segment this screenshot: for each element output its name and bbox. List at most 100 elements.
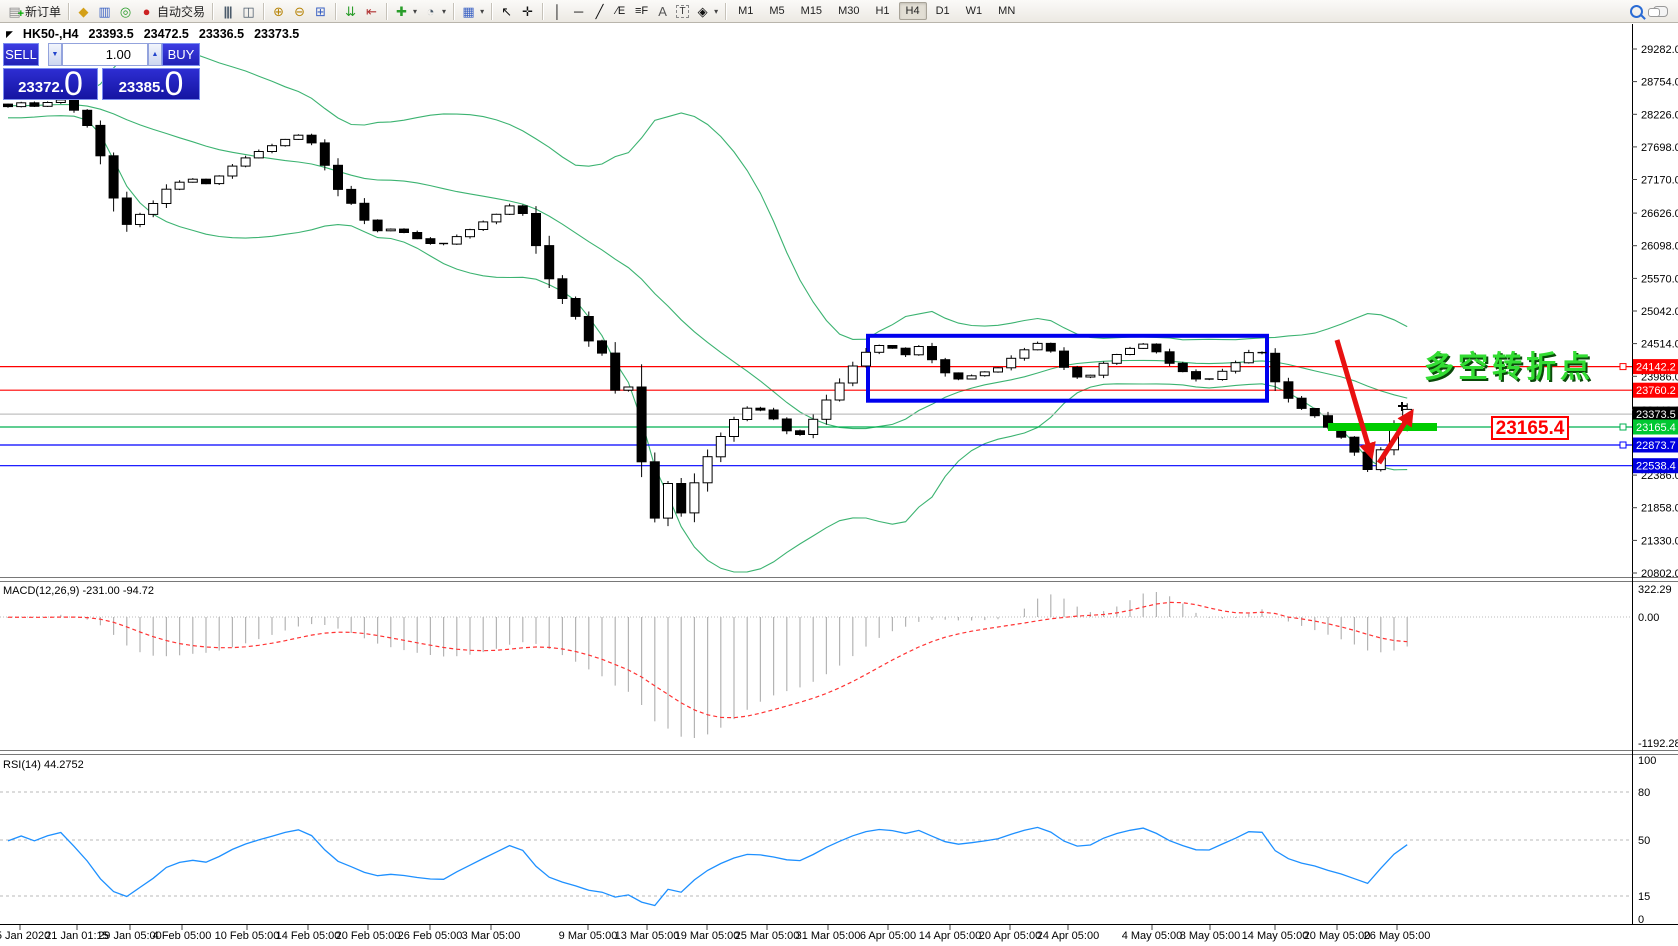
svg-text:13 Mar 05:00: 13 Mar 05:00 (615, 930, 680, 942)
svg-text:0: 0 (1638, 914, 1644, 926)
chat-icon[interactable] (1648, 5, 1668, 17)
arrows-tool-button[interactable]: ◈ ▾ (692, 3, 721, 20)
toolbar-separator (491, 2, 493, 20)
buy-price-main: 23385 (118, 79, 161, 96)
tile-windows-icon: ⊞ (315, 3, 326, 19)
new-order-label: 新订单 (25, 4, 62, 19)
svg-text:27698.0: 27698.0 (1641, 142, 1678, 154)
candlestick-chart-button[interactable]: ◫ (238, 3, 259, 20)
text-label-button[interactable]: T (673, 4, 692, 19)
macd-panel: MACD(12,26,9) -231.00 -94.72 322.29 0.00 -1… (0, 584, 1678, 750)
buy-price-panel[interactable]: 23385. 0 (102, 67, 200, 101)
rsi-label: RSI(14) 44.2752 (3, 759, 84, 771)
volume-down-button[interactable]: ▼ (48, 43, 62, 66)
chart-shift-button[interactable]: ⇤ (361, 3, 382, 20)
template-button[interactable]: ▦ ▾ (458, 3, 487, 20)
time-axis[interactable]: 15 Jan 202021 Jan 01:1529 Jan 05:004 Feb… (0, 925, 1430, 942)
new-order-button[interactable]: ▤新订单 (4, 2, 64, 22)
sell-price-panel[interactable]: 23372. 0 (3, 67, 98, 101)
svg-text:25570.0: 25570.0 (1641, 273, 1678, 285)
svg-text:31 Mar 05:00: 31 Mar 05:00 (796, 930, 861, 942)
svg-text:23373.5: 23373.5 (1636, 409, 1676, 421)
volume-up-button[interactable]: ▲ (148, 43, 162, 66)
toolbar-separator (263, 2, 265, 20)
buy-button[interactable]: BUY (162, 43, 200, 66)
add-indicator-icon: ✚ (396, 3, 407, 19)
equidistant-channel-button[interactable]: ∕E (610, 3, 631, 20)
bollinger-bands (7, 43, 1408, 573)
periods-dropdown-icon[interactable]: ▾ (442, 7, 446, 16)
svg-text:26098.0: 26098.0 (1641, 241, 1678, 253)
svg-text:23760.2: 23760.2 (1636, 385, 1676, 397)
svg-text:20 Apr 05:00: 20 Apr 05:00 (979, 930, 1041, 942)
svg-text:28754.0: 28754.0 (1641, 77, 1678, 89)
auto-scroll-button[interactable]: ⇊ (340, 3, 361, 20)
cursor-button[interactable]: ↖ (496, 3, 517, 20)
svg-text:26 Feb 05:00: 26 Feb 05:00 (398, 930, 463, 942)
signal-icon: ◎ (119, 3, 132, 19)
search-icon[interactable] (1630, 4, 1643, 18)
toolbar-right (1630, 4, 1674, 18)
signal-button[interactable]: ◎ (115, 3, 136, 20)
equidistant-channel-icon: ∕E (615, 4, 626, 17)
chart-canvas[interactable]: 多空转折点 23165.4 29282.0 28754.0 28226.0 27698.0… (0, 0, 1678, 946)
svg-text:15 Jan 2020: 15 Jan 2020 (0, 930, 50, 942)
profile-button[interactable]: ▥ (94, 3, 115, 20)
svg-text:24 Apr 05:00: 24 Apr 05:00 (1037, 930, 1099, 942)
template-dropdown-icon[interactable]: ▾ (480, 7, 484, 16)
new-order-icon: ▤ (7, 4, 24, 22)
svg-text:20802.0: 20802.0 (1641, 568, 1678, 580)
timeframe-h1-button[interactable]: H1 (868, 2, 896, 20)
autotrade-icon: ● (142, 3, 151, 19)
symbol-marker-icon: ◤ (6, 28, 13, 39)
add-indicator-button[interactable]: ✚ ▾ (391, 3, 420, 20)
symbol-title: HK50-,H4 (22, 27, 79, 41)
bar-chart-button[interactable]: ||| (217, 3, 238, 20)
timeframe-w1-button[interactable]: W1 (959, 2, 990, 20)
arrows-tool-dropdown-icon[interactable]: ▾ (714, 7, 718, 16)
tile-windows-button[interactable]: ⊞ (310, 3, 331, 20)
consolidation-rectangle[interactable] (866, 333, 1269, 403)
zoom-out-button[interactable]: ⊖ (289, 3, 310, 20)
toolbar-separator (542, 2, 544, 20)
toolbar-separator (453, 2, 455, 20)
support-bar[interactable] (1328, 423, 1437, 431)
add-indicator-dropdown-icon[interactable]: ▾ (413, 7, 417, 16)
horizontal-line-button[interactable]: ─ (568, 3, 589, 20)
sell-price-main: 23372 (18, 79, 60, 96)
timeframe-m15-button[interactable]: M15 (794, 2, 829, 20)
toolbar-items: ▤新订单◆▥◎●自动交易|||◫⊕⊖⊞⇊⇤✚▾◔▾▦▾↖✛│─╱∕E≡FAT◈▾… (4, 0, 1023, 22)
vertical-line-icon: │ (553, 3, 562, 19)
svg-text:24514.0: 24514.0 (1641, 339, 1678, 351)
price-axis[interactable]: 29282.0 28754.0 28226.0 27698.0 27170.0 26626… (1619, 44, 1678, 580)
svg-text:26626.0: 26626.0 (1641, 208, 1678, 220)
autotrade-button[interactable]: ● 自动交易 (136, 2, 208, 21)
fibonacci-button[interactable]: ≡F (631, 3, 652, 20)
arrows-tool-icon: ◈ (697, 3, 708, 19)
bar-chart-icon: ||| (223, 3, 233, 19)
timeframe-m5-button[interactable]: M5 (762, 2, 791, 20)
svg-text:19 Mar 05:00: 19 Mar 05:00 (675, 930, 740, 942)
timeframe-m30-button[interactable]: M30 (831, 2, 866, 20)
timeframe-m1-button[interactable]: M1 (731, 2, 760, 20)
zoom-in-button[interactable]: ⊕ (268, 3, 289, 20)
trendline-button[interactable]: ╱ (589, 3, 610, 20)
toolbar: ▤新订单◆▥◎●自动交易|||◫⊕⊖⊞⇊⇤✚▾◔▾▦▾↖✛│─╱∕E≡FAT◈▾… (0, 0, 1678, 23)
quote-close: 23373.5 (254, 27, 300, 41)
text-icon: A (658, 3, 667, 19)
timeframe-mn-button[interactable]: MN (991, 2, 1022, 20)
periods-button[interactable]: ◔ ▾ (420, 3, 449, 20)
svg-text:23165.4: 23165.4 (1636, 422, 1676, 434)
fibonacci-icon: ≡F (635, 4, 649, 17)
quotes-icon: ◆ (78, 3, 89, 19)
text-button[interactable]: A (652, 3, 673, 20)
svg-text:10 Feb 05:00: 10 Feb 05:00 (215, 930, 280, 942)
volume-input[interactable]: 1.00 (62, 43, 148, 66)
quotes-button[interactable]: ◆ (73, 3, 94, 20)
sell-button[interactable]: SELL (3, 43, 39, 66)
timeframe-h4-button[interactable]: H4 (898, 2, 927, 20)
crosshair-button[interactable]: ✛ (517, 3, 538, 20)
svg-text:14 May 05:00: 14 May 05:00 (1242, 930, 1309, 942)
timeframe-d1-button[interactable]: D1 (929, 2, 957, 20)
vertical-line-button[interactable]: │ (547, 3, 568, 20)
